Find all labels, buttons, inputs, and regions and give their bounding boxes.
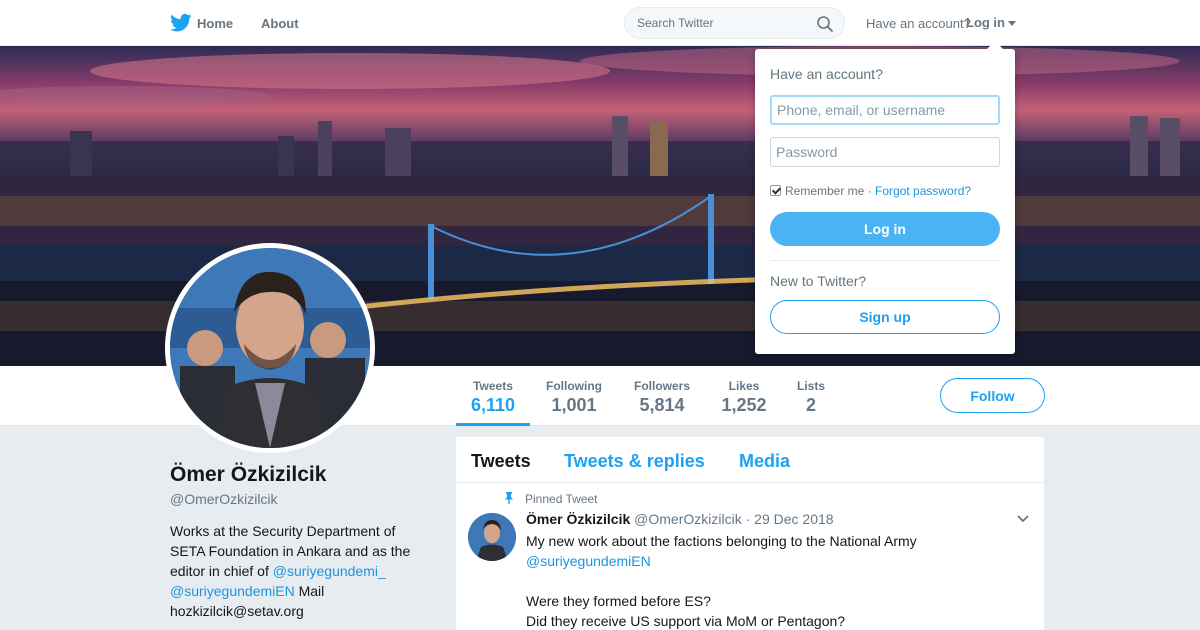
tab-tweets[interactable]: Tweets <box>471 451 531 472</box>
remember-separator: · <box>864 184 876 198</box>
chevron-down-icon[interactable] <box>1017 515 1029 523</box>
tweet-meta-separator: · <box>741 511 755 527</box>
stat-label: Followers <box>633 379 690 393</box>
tweet-mention-link[interactable]: @suriyegundemiEN <box>526 553 651 569</box>
profile-name[interactable]: Ömer Özkizilcik <box>170 463 326 487</box>
search-icon[interactable] <box>816 15 834 33</box>
tweet-text: My new work about the factions belonging… <box>526 531 1016 630</box>
tab-tweets-and-replies[interactable]: Tweets & replies <box>564 451 705 472</box>
stat-label: Lists <box>796 379 825 393</box>
bio-mention-link[interactable]: @suriyegundemi_ <box>273 563 386 579</box>
bio-mention-link[interactable]: @suriyegundemiEN <box>170 583 295 599</box>
stat-lists[interactable]: Lists 2 <box>790 366 832 426</box>
timeline: Tweets Tweets & replies Media Pinned Twe… <box>456 437 1044 630</box>
login-dropdown: Have an account? Remember me · Forgot pa… <box>755 41 1015 354</box>
divider <box>770 260 1000 261</box>
follow-button[interactable]: Follow <box>940 378 1045 413</box>
stat-label: Following <box>546 379 602 393</box>
remember-me-label[interactable]: Remember me <box>785 184 864 198</box>
person-portrait-icon <box>170 248 370 448</box>
pin-icon <box>505 492 513 504</box>
login-menu-link[interactable]: Log in <box>966 15 1005 30</box>
tweet-text-line: Were they formed before ES? <box>526 593 711 609</box>
search-box[interactable]: Search Twitter <box>624 7 845 39</box>
dropdown-arrow <box>987 41 1003 49</box>
caret-down-icon[interactable] <box>1008 21 1016 26</box>
stat-label: Tweets <box>473 379 513 393</box>
stat-value: 2 <box>805 395 816 415</box>
tweet-author-handle[interactable]: @OmerOzkizilcik <box>634 511 742 527</box>
twitter-bird-icon[interactable] <box>170 13 192 33</box>
tweet-author-avatar[interactable] <box>468 513 516 561</box>
profile-handle[interactable]: @OmerOzkizilcik <box>170 491 278 507</box>
new-to-twitter-text: New to Twitter? <box>770 273 867 289</box>
tweet-text-line: Did they receive US support via MoM or P… <box>526 613 846 629</box>
stat-tweets[interactable]: Tweets 6,110 <box>456 366 530 426</box>
stat-value: 1,001 <box>551 395 597 415</box>
login-button[interactable]: Log in <box>770 212 1000 246</box>
stat-value: 1,252 <box>721 395 767 415</box>
remember-me-checkbox[interactable] <box>770 185 781 196</box>
forgot-password-link[interactable]: Forgot password? <box>875 184 971 198</box>
stat-likes[interactable]: Likes 1,252 <box>714 366 774 426</box>
profile-bio: Works at the Security Department of SETA… <box>170 521 430 621</box>
nav-about-link[interactable]: About <box>261 16 299 31</box>
login-dropdown-title: Have an account? <box>770 66 883 82</box>
password-field[interactable] <box>770 137 1000 167</box>
have-account-text: Have an account? <box>866 16 971 31</box>
signup-button[interactable]: Sign up <box>770 300 1000 334</box>
tweet-text-line: My new work about the factions belonging… <box>526 533 917 549</box>
tab-media[interactable]: Media <box>739 451 790 472</box>
username-field[interactable] <box>770 95 1000 125</box>
tweet-header: Ömer Özkizilcik @OmerOzkizilcik · 29 Dec… <box>526 511 834 527</box>
profile-avatar[interactable] <box>165 243 375 453</box>
remember-me-row: Remember me · Forgot password? <box>770 184 971 198</box>
stat-followers[interactable]: Followers 5,814 <box>628 366 696 426</box>
tweet-date[interactable]: 29 Dec 2018 <box>754 511 833 527</box>
stat-value: 5,814 <box>639 395 685 415</box>
stat-following[interactable]: Following 1,001 <box>540 366 608 426</box>
search-input-placeholder[interactable]: Search Twitter <box>637 16 713 30</box>
timeline-tabs: Tweets Tweets & replies Media <box>456 437 1044 483</box>
top-navigation-bar: Home About Search Twitter Have an accoun… <box>0 0 1200 46</box>
avatar-photo <box>170 248 370 448</box>
nav-home-link[interactable]: Home <box>197 16 233 31</box>
stat-value: 6,110 <box>470 395 516 415</box>
person-portrait-icon <box>468 513 516 561</box>
pinned-tweet-label: Pinned Tweet <box>525 492 598 506</box>
stat-label: Likes <box>728 379 760 393</box>
tweet-author-name[interactable]: Ömer Özkizilcik <box>526 511 630 527</box>
